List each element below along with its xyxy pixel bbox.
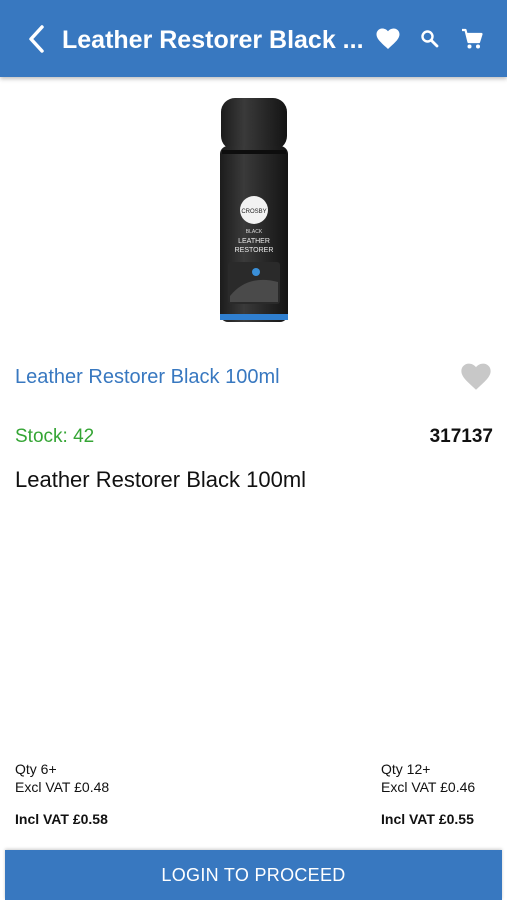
heart-icon [376,28,400,49]
tier-2-qty: Qty 12+ [381,761,431,777]
heart-icon [461,363,491,390]
tier-1-excl-vat: Excl VAT £0.48 [15,779,110,795]
favorite-button[interactable] [459,363,493,391]
product-brand-text: CROSBY [241,209,266,215]
search-icon [421,30,439,48]
tier-2-incl-vat: Incl VAT £0.55 [381,811,474,827]
back-button[interactable] [24,21,52,57]
product-variant-text: BLACK [246,229,263,235]
product-line2-text: RESTORER [235,247,274,254]
product-code: 317137 [429,426,493,447]
page-title: Leather Restorer Black ... [62,26,364,54]
app-bar: Leather Restorer Black ... [0,0,507,77]
login-to-proceed-button[interactable]: LOGIN TO PROCEED [5,850,502,900]
tier-1-incl-vat: Incl VAT £0.58 [15,811,108,827]
product-image: CROSBY BLACK LEATHER RESTORER [218,96,290,326]
tier-2-excl-vat: Excl VAT £0.46 [381,779,476,795]
price-tier-2: Qty 12+ Excl VAT £0.46 [381,760,475,796]
cart-button[interactable] [461,28,483,50]
back-arrow-icon [29,25,44,53]
price-tier-1: Qty 6+ Excl VAT £0.48 [15,760,109,796]
favorites-button[interactable] [376,28,400,50]
tier-1-qty: Qty 6+ [15,761,57,777]
product-description: Leather Restorer Black 100ml [15,467,307,492]
cart-icon [462,28,483,49]
product-line1-text: LEATHER [238,238,270,245]
product-title[interactable]: Leather Restorer Black 100ml [15,362,280,392]
stock-status: Stock: 42 [15,426,95,447]
search-button[interactable] [420,29,440,49]
